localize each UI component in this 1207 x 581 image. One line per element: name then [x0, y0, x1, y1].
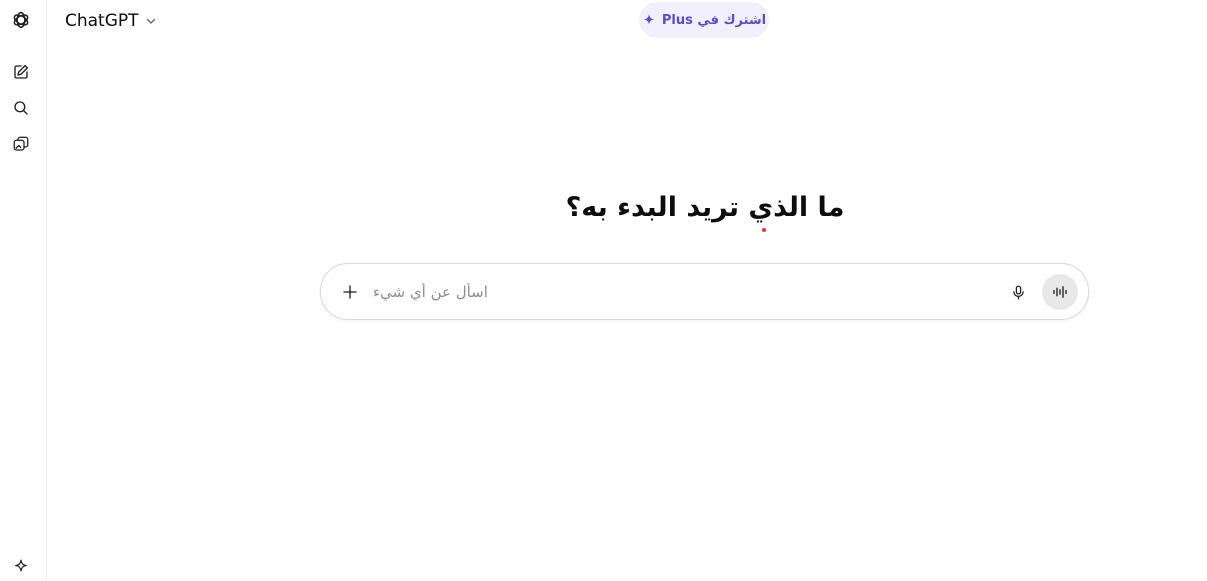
- model-switcher[interactable]: ChatGPT: [58, 8, 164, 34]
- dictate-button[interactable]: [1005, 279, 1031, 305]
- chatgpt-app: ChatGPT اشترك في Plus ما الذي تريد البدء…: [0, 0, 1207, 581]
- spellcheck-marker: [762, 228, 766, 232]
- openai-logo-icon[interactable]: [9, 8, 33, 32]
- sparkle-icon: [643, 14, 655, 25]
- plus-icon: [343, 285, 357, 299]
- page-title: ما الذي تريد البدء به؟: [565, 192, 845, 223]
- upgrade-plus-button[interactable]: اشترك في Plus: [639, 2, 769, 38]
- search-icon[interactable]: [9, 96, 33, 120]
- new-chat-icon[interactable]: [9, 60, 33, 84]
- sparkle-icon[interactable]: [9, 555, 33, 579]
- sidebar-rail: [0, 0, 47, 581]
- attach-button[interactable]: [337, 279, 363, 305]
- voice-mode-icon: [1053, 286, 1067, 298]
- chat-composer: [320, 263, 1089, 320]
- chevron-down-icon: [146, 18, 155, 24]
- library-icon[interactable]: [9, 132, 33, 156]
- model-name: ChatGPT: [65, 11, 139, 31]
- upgrade-label: اشترك في Plus: [661, 12, 767, 28]
- prompt-input[interactable]: [373, 278, 993, 306]
- microphone-icon: [1012, 284, 1024, 300]
- voice-mode-button[interactable]: [1042, 274, 1078, 310]
